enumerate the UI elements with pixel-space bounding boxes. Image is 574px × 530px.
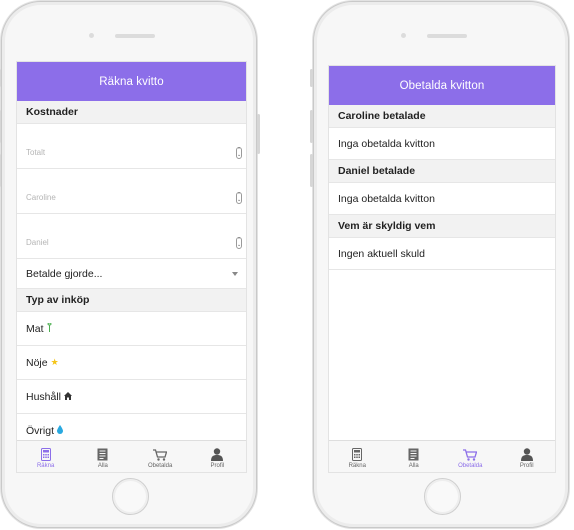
list-item: Ingen aktuell skuld bbox=[329, 238, 555, 270]
right-phone: Obetalda kvitton Caroline betalade Inga … bbox=[310, 1, 569, 528]
caroline-field[interactable]: Caroline ⌃ ⌄ bbox=[17, 169, 246, 214]
leaf-icon bbox=[47, 322, 52, 334]
tab-alla[interactable]: Alla bbox=[386, 441, 443, 472]
tab-label: Profil bbox=[210, 463, 225, 469]
tab-label: Obetalda bbox=[147, 463, 173, 469]
star-icon: ★ bbox=[50, 357, 59, 367]
person-icon bbox=[211, 448, 224, 461]
category-label: Mat bbox=[26, 322, 44, 335]
drop-icon bbox=[57, 425, 64, 436]
total-field[interactable]: Totalt ⌃ ⌄ bbox=[17, 124, 246, 169]
tab-label: Profil bbox=[519, 463, 534, 469]
section-header-costs: Kostnader bbox=[17, 101, 246, 124]
list-item: Inga obetalda kvitton bbox=[329, 128, 555, 160]
tab-label: Alla bbox=[97, 463, 108, 469]
tab-label: Obetalda bbox=[458, 463, 483, 469]
cart-icon bbox=[463, 449, 478, 461]
caroline-stepper-icon[interactable]: ⌃ ⌄ bbox=[236, 192, 242, 204]
page-title: Obetalda kvitton bbox=[399, 79, 485, 92]
paid-by-value: Betalde gjorde... bbox=[26, 267, 103, 280]
category-item-noje[interactable]: Nöje ★ bbox=[17, 346, 246, 380]
navbar: Obetalda kvitton bbox=[329, 66, 555, 105]
left-screen: Räkna kvitto Kostnader Totalt ⌃ ⌄ Carolin… bbox=[16, 61, 247, 473]
volume-down-button bbox=[310, 154, 313, 187]
front-camera bbox=[401, 33, 406, 38]
tab-obetalda[interactable]: Obetalda bbox=[442, 441, 499, 472]
tab-label: Räkna bbox=[348, 463, 366, 469]
daniel-field[interactable]: Daniel ⌃ ⌄ bbox=[17, 214, 246, 259]
category-label: Hushåll bbox=[26, 390, 62, 403]
tab-profil[interactable]: Profil bbox=[189, 441, 246, 472]
caroline-placeholder: Caroline bbox=[26, 193, 56, 202]
house-icon bbox=[64, 391, 73, 402]
section-header-daniel: Daniel betalade bbox=[329, 160, 555, 183]
category-label: Övrigt bbox=[26, 424, 55, 437]
tab-rakna[interactable]: Räkna bbox=[329, 441, 386, 472]
calculator-icon bbox=[352, 448, 363, 461]
front-camera bbox=[89, 33, 94, 38]
tab-alla[interactable]: Alla bbox=[74, 441, 131, 472]
home-button[interactable] bbox=[424, 478, 461, 515]
total-placeholder: Totalt bbox=[26, 148, 46, 157]
tab-rakna[interactable]: Räkna bbox=[17, 441, 74, 472]
page-title: Räkna kvitto bbox=[99, 75, 164, 88]
navbar: Räkna kvitto bbox=[17, 62, 246, 101]
tab-bar: Räkna Alla Obetalda Profil bbox=[329, 440, 555, 472]
earpiece-speaker bbox=[427, 34, 467, 38]
section-header-caroline: Caroline betalade bbox=[329, 105, 555, 128]
daniel-stepper-icon[interactable]: ⌃ ⌄ bbox=[236, 237, 242, 249]
home-button[interactable] bbox=[112, 478, 149, 515]
left-phone: Räkna kvitto Kostnader Totalt ⌃ ⌄ Carolin… bbox=[0, 1, 260, 528]
cart-icon bbox=[153, 449, 168, 461]
mute-switch bbox=[310, 69, 313, 87]
chevron-down-icon bbox=[232, 272, 238, 276]
tab-profil[interactable]: Profil bbox=[499, 441, 556, 472]
tab-label: Alla bbox=[408, 463, 419, 469]
person-icon bbox=[520, 448, 533, 461]
category-label: Nöje bbox=[26, 356, 48, 369]
document-icon bbox=[97, 448, 108, 461]
volume-down-button bbox=[0, 154, 1, 187]
daniel-placeholder: Daniel bbox=[26, 238, 49, 247]
category-item-mat[interactable]: Mat bbox=[17, 312, 246, 346]
tab-bar: Räkna Alla Obetalda Profil bbox=[17, 440, 246, 472]
power-button bbox=[257, 114, 260, 154]
volume-up-button bbox=[0, 110, 1, 143]
section-header-debts: Vem är skyldig vem bbox=[329, 215, 555, 238]
list-item: Inga obetalda kvitton bbox=[329, 183, 555, 215]
category-item-hushall[interactable]: Hushåll bbox=[17, 380, 246, 414]
document-icon bbox=[408, 448, 419, 461]
tab-label: Räkna bbox=[36, 463, 55, 469]
mute-switch bbox=[0, 69, 1, 87]
paid-by-select[interactable]: Betalde gjorde... bbox=[17, 259, 246, 289]
section-header-purchase-type: Typ av inköp bbox=[17, 289, 246, 312]
earpiece-speaker bbox=[115, 34, 155, 38]
volume-up-button bbox=[310, 110, 313, 143]
total-stepper-icon[interactable]: ⌃ ⌄ bbox=[236, 147, 242, 159]
right-screen: Obetalda kvitton Caroline betalade Inga … bbox=[328, 65, 556, 473]
calculator-icon bbox=[40, 448, 51, 461]
tab-obetalda[interactable]: Obetalda bbox=[132, 441, 189, 472]
